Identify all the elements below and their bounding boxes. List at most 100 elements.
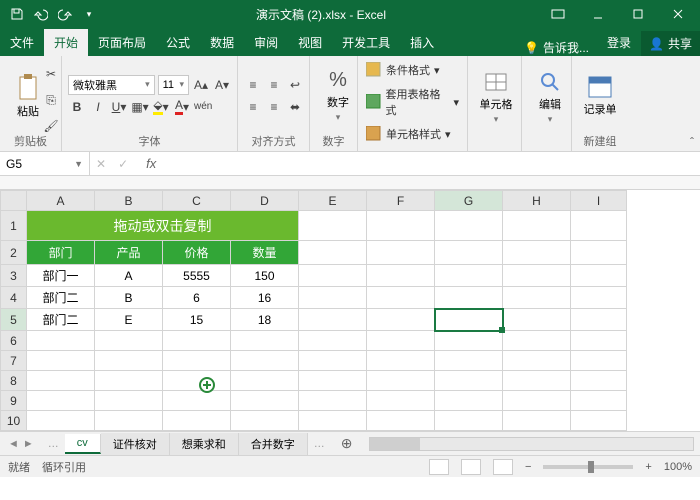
tell-me[interactable]: 💡告诉我... (516, 39, 597, 56)
view-normal-icon[interactable] (429, 459, 449, 475)
column-header[interactable]: G (435, 191, 503, 211)
tab-insert[interactable]: 插入 (400, 29, 444, 56)
cell[interactable] (435, 211, 503, 241)
cell[interactable] (435, 411, 503, 431)
column-header[interactable]: A (27, 191, 95, 211)
cell[interactable]: B (95, 287, 163, 309)
zoom-slider[interactable] (543, 465, 633, 469)
column-header[interactable]: D (231, 191, 299, 211)
column-header[interactable]: E (299, 191, 367, 211)
cell[interactable] (95, 371, 163, 391)
cell[interactable] (367, 265, 435, 287)
cell[interactable] (367, 351, 435, 371)
cell[interactable] (503, 411, 571, 431)
cell[interactable] (367, 309, 435, 331)
select-all[interactable] (1, 191, 27, 211)
sheet-next-icon[interactable]: ► (23, 438, 34, 450)
cell[interactable] (503, 241, 571, 265)
cell[interactable] (231, 371, 299, 391)
column-header[interactable]: B (95, 191, 163, 211)
cell[interactable]: 部门二 (27, 309, 95, 331)
table-format-button[interactable]: 套用表格格式 ▾ (364, 84, 461, 120)
cell[interactable] (571, 241, 627, 265)
header-cell[interactable]: 价格 (163, 241, 231, 265)
row-header[interactable]: 4 (1, 287, 27, 309)
cell[interactable] (571, 351, 627, 371)
cell[interactable] (503, 351, 571, 371)
phonetic-icon[interactable]: wén (194, 97, 212, 117)
align-middle-icon[interactable]: ≡ (265, 75, 283, 95)
name-box[interactable]: G5▼ (0, 152, 90, 175)
editing-button[interactable]: 编辑▾ (528, 70, 572, 125)
login-button[interactable]: 登录 (597, 29, 641, 56)
align-top-icon[interactable]: ≡ (244, 75, 262, 95)
header-cell[interactable]: 部门 (27, 241, 95, 265)
sheet-tab-active[interactable]: cv (65, 434, 101, 454)
cell[interactable] (231, 391, 299, 411)
cell[interactable] (299, 241, 367, 265)
row-header[interactable]: 7 (1, 351, 27, 371)
enter-formula-icon[interactable]: ✓ (112, 154, 134, 174)
cell[interactable] (95, 331, 163, 351)
border-icon[interactable]: ▦▾ (131, 97, 149, 117)
cell[interactable] (367, 241, 435, 265)
sheet-prev-icon[interactable]: ◄ (8, 438, 19, 450)
cell[interactable] (299, 391, 367, 411)
qat-customize-icon[interactable]: ▾ (78, 3, 100, 25)
bold-icon[interactable]: B (68, 97, 86, 117)
header-cell[interactable]: 产品 (95, 241, 163, 265)
cell[interactable] (435, 265, 503, 287)
fx-icon[interactable]: fx (134, 156, 168, 171)
row-header[interactable]: 2 (1, 241, 27, 265)
cell-styles-button[interactable]: 单元格样式 ▾ (364, 124, 461, 144)
cell[interactable] (503, 371, 571, 391)
cell[interactable] (571, 265, 627, 287)
record-form-button[interactable]: 记录单 (578, 75, 622, 117)
close-icon[interactable] (660, 0, 696, 28)
copy-icon[interactable]: ⎘ (42, 90, 60, 110)
cell[interactable] (503, 265, 571, 287)
italic-icon[interactable]: I (89, 97, 107, 117)
cell[interactable] (231, 411, 299, 431)
cell[interactable] (231, 351, 299, 371)
cell[interactable]: A (95, 265, 163, 287)
cell[interactable] (367, 411, 435, 431)
cancel-formula-icon[interactable]: ✕ (90, 154, 112, 174)
cell[interactable] (299, 309, 367, 331)
cell[interactable] (503, 391, 571, 411)
cell[interactable] (571, 331, 627, 351)
zoom-in-icon[interactable]: + (645, 461, 651, 473)
cell[interactable] (163, 351, 231, 371)
tab-home[interactable]: 开始 (44, 29, 88, 56)
row-header[interactable]: 3 (1, 265, 27, 287)
increase-font-icon[interactable]: A▴ (192, 75, 210, 95)
namebox-dropdown-icon[interactable]: ▼ (74, 159, 83, 169)
cell[interactable] (435, 287, 503, 309)
cell[interactable]: 部门一 (27, 265, 95, 287)
cell[interactable] (27, 391, 95, 411)
cell[interactable] (435, 391, 503, 411)
spreadsheet-grid[interactable]: ABCDEFGHI1拖动或双击复制2部门产品价格数量3部门一A55551504部… (0, 190, 700, 431)
horizontal-scrollbar[interactable] (369, 437, 694, 451)
tab-developer[interactable]: 开发工具 (332, 29, 400, 56)
cell[interactable]: 15 (163, 309, 231, 331)
ribbon-options-icon[interactable] (540, 0, 576, 28)
conditional-format-button[interactable]: 条件格式 ▾ (364, 60, 461, 80)
merge-icon[interactable]: ⬌ (286, 97, 304, 117)
maximize-icon[interactable] (620, 0, 656, 28)
align-center-icon[interactable]: ≡ (265, 97, 283, 117)
cell[interactable] (299, 411, 367, 431)
row-header[interactable]: 1 (1, 211, 27, 241)
cell[interactable] (435, 241, 503, 265)
tab-file[interactable]: 文件 (0, 29, 44, 56)
cell[interactable] (299, 211, 367, 241)
column-header[interactable]: I (571, 191, 627, 211)
cells-button[interactable]: 单元格▾ (474, 70, 518, 125)
sheet-tab[interactable]: 想乘求和 (170, 433, 239, 455)
cell[interactable] (299, 287, 367, 309)
row-header[interactable]: 9 (1, 391, 27, 411)
cell[interactable] (435, 371, 503, 391)
cell[interactable] (435, 331, 503, 351)
cell[interactable] (163, 331, 231, 351)
header-cell[interactable]: 数量 (231, 241, 299, 265)
